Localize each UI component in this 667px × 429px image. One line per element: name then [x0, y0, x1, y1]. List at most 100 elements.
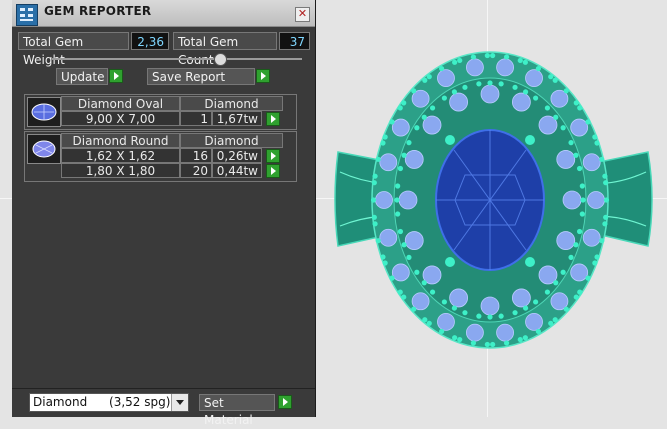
prong-bead — [512, 310, 518, 316]
prong-bead — [411, 88, 417, 94]
prong-bead — [397, 165, 404, 172]
prong-bead — [522, 305, 529, 311]
gem-size: 1,62 X 1,62 — [61, 148, 180, 163]
prong-bead — [535, 65, 541, 72]
prong-bead — [422, 317, 428, 323]
prong-bead — [548, 320, 554, 326]
save-report-go-icon[interactable] — [256, 69, 270, 83]
row-select-go-icon[interactable] — [266, 164, 280, 178]
halo-stone — [582, 228, 601, 247]
prong-bead — [573, 242, 579, 248]
halo-stone — [379, 153, 398, 172]
set-material-button[interactable]: Set Material — [199, 394, 275, 427]
prong-bead — [544, 289, 551, 295]
halo-stone — [375, 191, 393, 209]
prong-bead — [380, 140, 386, 146]
gem-group-round: Diamond Round Diamond 1,62 X 1,62 16 0,2… — [24, 131, 297, 182]
prong-bead — [476, 313, 482, 319]
prong-bead — [421, 114, 427, 120]
prong-bead — [517, 57, 523, 64]
prong-bead — [579, 211, 585, 217]
prong-bead — [451, 89, 458, 95]
prong-bead — [375, 238, 381, 244]
prong-bead — [441, 95, 447, 101]
prong-bead — [503, 340, 510, 346]
prong-bead — [426, 320, 432, 326]
prong-bead — [517, 336, 523, 343]
prong-bead — [585, 275, 591, 281]
title-bar[interactable]: GEM REPORTER ✕ — [12, 0, 315, 27]
slider-thumb[interactable] — [214, 53, 227, 66]
prong-bead — [401, 294, 407, 300]
halo-stone — [466, 58, 484, 77]
gem-count: 1 — [180, 111, 212, 126]
prong-bead — [397, 105, 403, 111]
prong-bead — [503, 54, 510, 60]
total-gem-count-label: Total Gem Count — [173, 32, 277, 67]
prong-bead — [577, 289, 583, 295]
prong-bead — [573, 152, 579, 158]
halo-stone — [496, 323, 514, 342]
prong-bead — [552, 77, 558, 83]
prong-bead — [429, 105, 436, 111]
prong-bead — [592, 260, 598, 266]
prong-bead — [439, 65, 445, 72]
prong-bead — [490, 52, 496, 59]
halo-stone — [404, 150, 424, 169]
round-gem-thumbnail-icon — [27, 134, 61, 164]
prong-bead — [603, 197, 610, 203]
prong-bead — [389, 275, 395, 281]
prong-bead — [568, 254, 574, 260]
halo-stone — [437, 312, 455, 331]
gem-weight: 0,26tw — [212, 148, 262, 163]
halo-stone — [587, 191, 605, 209]
prong-bead — [397, 289, 403, 295]
total-gem-weight-value: 2,36 — [131, 32, 169, 50]
prong-bead — [533, 299, 539, 305]
prong-bead — [592, 134, 598, 140]
prong-bead — [401, 100, 407, 106]
prong-bead — [457, 336, 463, 343]
prong-bead — [563, 306, 569, 312]
halo-stone — [480, 84, 500, 104]
row-select-go-icon[interactable] — [266, 112, 280, 126]
prong-bead — [371, 214, 377, 220]
prong-bead — [560, 125, 566, 131]
prong-bead — [535, 328, 541, 335]
set-material-go-icon[interactable] — [278, 395, 292, 409]
prong-bead — [602, 221, 608, 227]
prong-bead — [476, 81, 482, 87]
prong-bead — [426, 74, 432, 80]
halo-stone — [562, 190, 582, 210]
prong-bead — [406, 254, 412, 260]
row-select-go-icon[interactable] — [266, 149, 280, 163]
prong-bead — [573, 294, 579, 300]
prong-bead — [603, 180, 609, 186]
prong-bead — [487, 314, 493, 320]
prong-bead — [375, 156, 381, 162]
update-button[interactable]: Update — [56, 68, 108, 85]
prong-bead — [560, 269, 566, 275]
totals-row: Total Gem Weight 2,36 Total Gem Count 37 — [18, 32, 310, 67]
material-select[interactable]: Diamond (3,52 spg) — [29, 393, 189, 412]
chevron-down-icon[interactable] — [171, 394, 188, 411]
prong-bead — [395, 211, 401, 217]
prong-bead — [421, 280, 427, 286]
prong-bead — [602, 173, 608, 179]
prong-bead — [429, 289, 436, 295]
slider-track[interactable] — [52, 58, 302, 60]
prong-bead — [576, 165, 583, 172]
prong-bead — [470, 340, 477, 346]
halo-stone — [570, 263, 589, 282]
prong-bead — [422, 77, 428, 83]
save-report-button[interactable]: Save Report — [147, 68, 255, 85]
close-icon[interactable]: ✕ — [295, 7, 310, 22]
prong-bead — [552, 317, 558, 323]
prong-bead — [522, 335, 528, 341]
update-go-icon[interactable] — [109, 69, 123, 83]
group-material-label: Diamond — [180, 133, 283, 148]
ring-3d-viewport[interactable] — [330, 0, 667, 417]
prong-bead — [389, 119, 395, 125]
halo-stone — [449, 92, 469, 112]
halo-stone — [480, 296, 500, 316]
